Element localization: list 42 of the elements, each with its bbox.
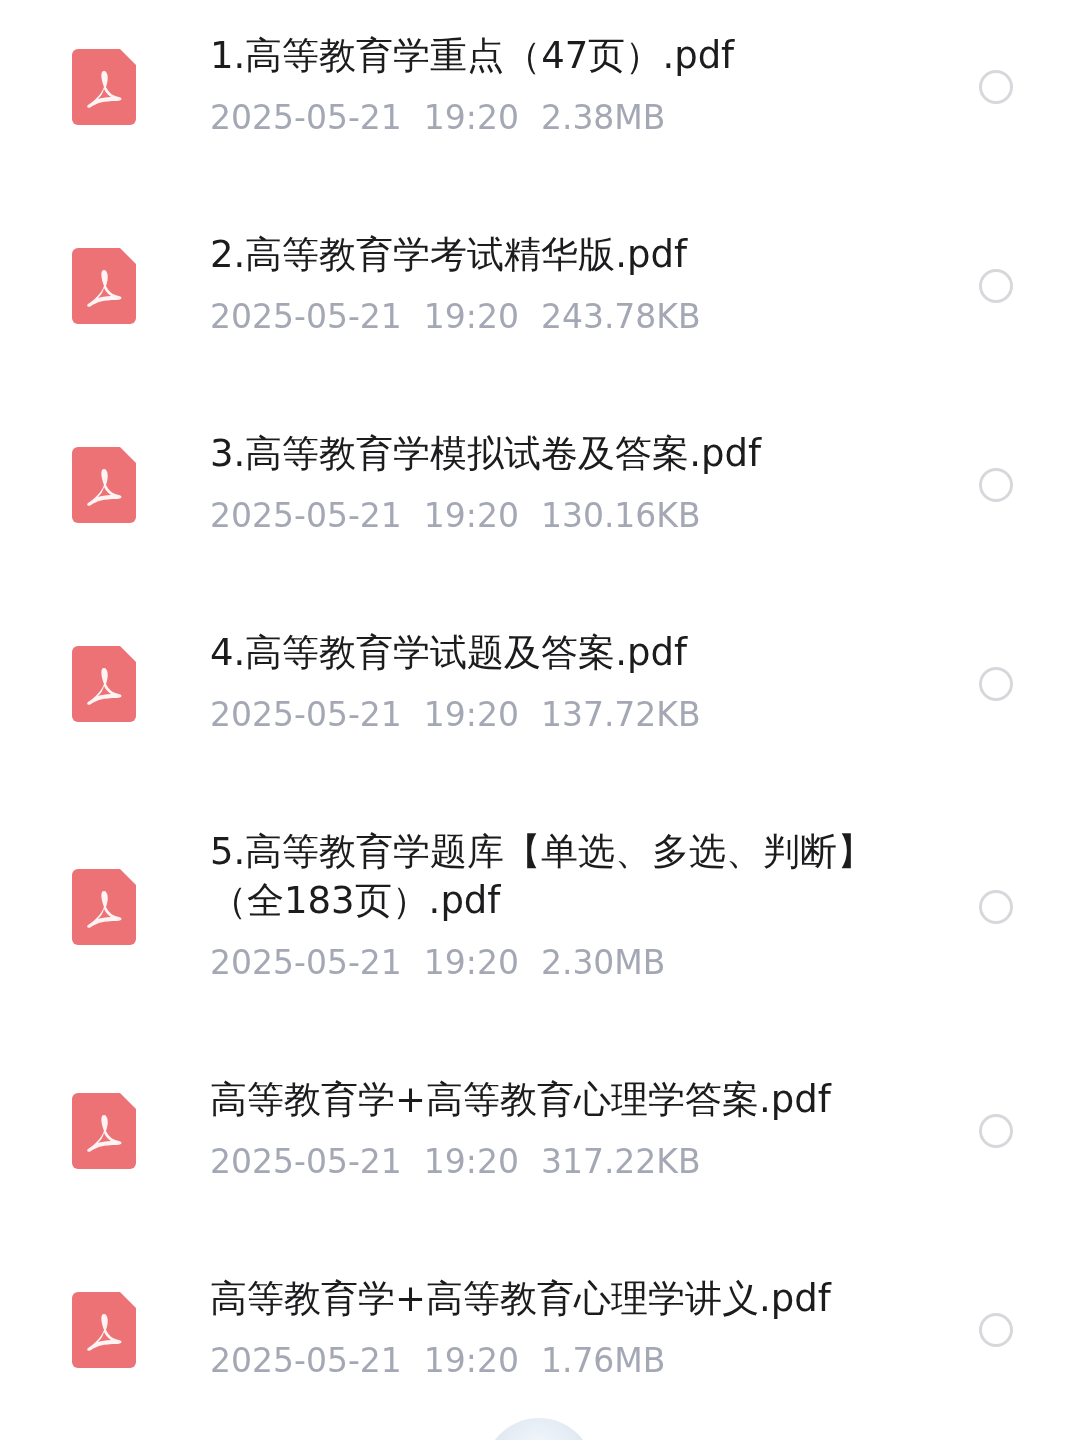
file-time: 19:20 xyxy=(423,942,519,984)
file-name: 5.高等教育学题库【单选、多选、判断】（全183页）.pdf xyxy=(210,829,876,924)
select-radio[interactable] xyxy=(979,268,1013,303)
pdf-file-icon xyxy=(72,1291,136,1368)
file-time: 19:20 xyxy=(423,1141,519,1183)
file-time: 19:20 xyxy=(423,495,519,537)
file-date: 2025-05-21 xyxy=(210,97,402,139)
file-time: 19:20 xyxy=(423,1340,519,1382)
select-radio[interactable] xyxy=(979,467,1013,502)
pdf-file-icon xyxy=(72,48,136,125)
pdf-file-icon xyxy=(72,446,136,523)
file-name: 4.高等教育学试题及答案.pdf xyxy=(210,630,689,676)
select-radio[interactable] xyxy=(979,890,1013,924)
file-date: 2025-05-21 xyxy=(210,942,402,984)
file-name: 3.高等教育学模拟试卷及答案.pdf xyxy=(210,431,763,477)
file-date: 2025-05-21 xyxy=(210,495,402,537)
file-time: 19:20 xyxy=(423,296,519,338)
file-name: 2.高等教育学考试精华版.pdf xyxy=(210,232,689,278)
file-size: 2.30MB xyxy=(540,942,666,984)
pdf-file-icon xyxy=(72,247,136,324)
file-size: 243.78KB xyxy=(540,296,701,338)
file-date: 2025-05-21 xyxy=(210,296,402,338)
file-size: 2.38MB xyxy=(540,97,666,139)
select-radio[interactable] xyxy=(979,69,1013,104)
file-date: 2025-05-21 xyxy=(210,694,402,736)
file-time: 19:20 xyxy=(423,97,519,139)
pdf-file-icon xyxy=(72,869,136,945)
file-size: 137.72KB xyxy=(540,694,701,736)
file-time: 19:20 xyxy=(423,694,519,736)
pdf-file-icon xyxy=(72,1092,136,1169)
file-date: 2025-05-21 xyxy=(210,1141,402,1183)
file-name: 高等教育学+高等教育心理学答案.pdf xyxy=(210,1077,833,1123)
file-size: 130.16KB xyxy=(540,495,701,537)
file-name: 1.高等教育学重点（47页）.pdf xyxy=(210,33,736,79)
select-radio[interactable] xyxy=(979,1113,1013,1148)
file-name: 高等教育学+高等教育心理学讲义.pdf xyxy=(210,1276,833,1322)
pdf-file-icon xyxy=(72,645,136,722)
file-size: 1.76MB xyxy=(540,1340,666,1382)
file-date: 2025-05-21 xyxy=(210,1340,402,1382)
select-radio[interactable] xyxy=(979,666,1013,701)
select-radio[interactable] xyxy=(979,1312,1013,1347)
file-size: 317.22KB xyxy=(540,1141,701,1183)
